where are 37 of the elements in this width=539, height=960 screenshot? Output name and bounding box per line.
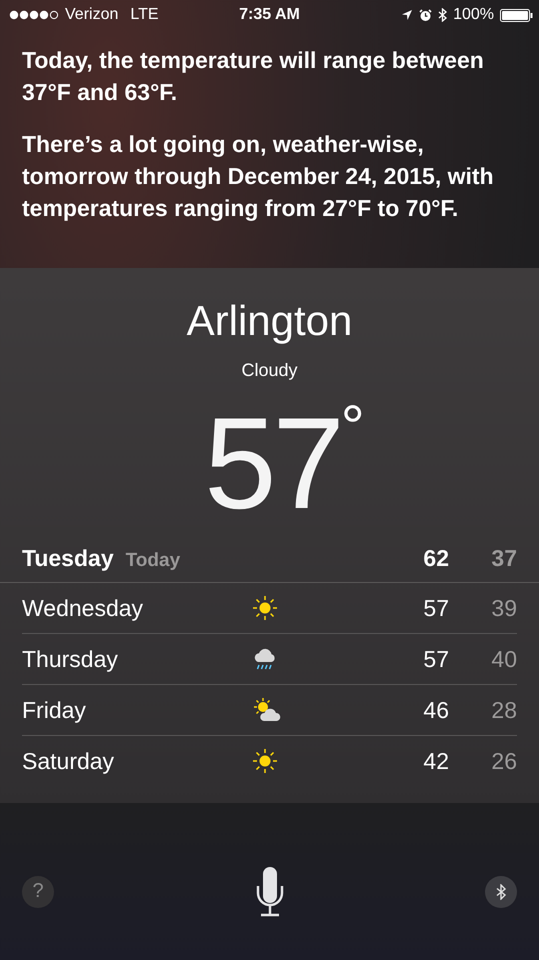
battery-percentage: 100% — [453, 6, 494, 24]
day-name: Thursday — [22, 646, 119, 672]
sun-icon — [252, 595, 278, 621]
microphone-icon[interactable] — [256, 866, 284, 918]
bluetooth-icon — [496, 884, 506, 900]
day-name: Tuesday — [22, 545, 114, 572]
sun-icon — [252, 748, 278, 774]
location-arrow-icon — [401, 9, 414, 21]
day-name: Wednesday — [22, 594, 144, 622]
siri-response-text: Today, the temperature will range between 37°F and 63°F. — [22, 46, 485, 107]
high-temperature: 62 — [422, 545, 449, 572]
bluetooth-button[interactable] — [485, 876, 517, 908]
siri-response-text: There’s a lot going on, weather-wise, tomorrow through December 24, 2015, with temperatures ranging from 27°F to 70°F. — [22, 130, 495, 223]
low-temperature: 39 — [490, 594, 517, 622]
bluetooth-icon — [438, 8, 448, 22]
current-temperature: 57 — [204, 393, 341, 533]
network-type: LTE — [130, 6, 159, 24]
signal-icon — [9, 10, 59, 20]
alarm-clock-icon — [419, 8, 432, 22]
day-name: Saturday — [22, 748, 116, 774]
high-temperature: 57 — [422, 594, 449, 622]
battery-icon — [500, 8, 533, 22]
high-temperature: 46 — [422, 696, 449, 724]
low-temperature: 28 — [490, 696, 517, 724]
city-name: Arlington — [186, 296, 352, 346]
low-temperature: 37 — [490, 545, 517, 572]
degree-symbol: ° — [340, 397, 365, 457]
high-temperature: 57 — [422, 646, 449, 672]
help-button[interactable]: ? — [22, 876, 54, 908]
today-label: Today — [126, 550, 180, 572]
low-temperature: 40 — [490, 646, 517, 672]
high-temperature: 42 — [422, 748, 449, 774]
clock-time: 7:35 AM — [239, 6, 300, 24]
day-name: Friday — [22, 696, 87, 724]
weather-condition: Cloudy — [241, 360, 298, 381]
carrier-name: Verizon — [65, 6, 118, 24]
low-temperature: 26 — [490, 748, 517, 774]
